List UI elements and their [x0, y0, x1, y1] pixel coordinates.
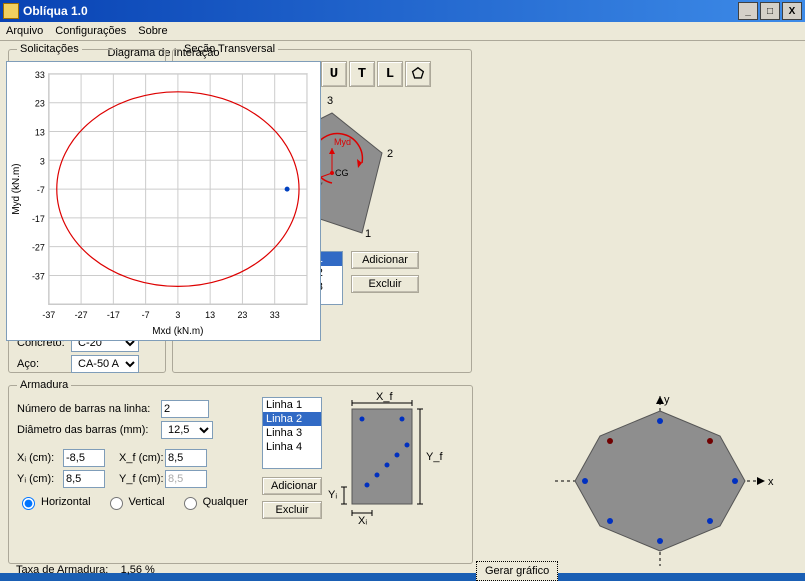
legend-secao: Seção Transversal	[181, 43, 278, 55]
label-xf: X_f (cm):	[119, 452, 161, 464]
select-diametro[interactable]: 12,5	[161, 421, 213, 439]
pt-cg: CG	[335, 168, 349, 178]
rebar-section-diagram: x y	[530, 391, 790, 571]
svg-text:23: 23	[237, 310, 247, 320]
app-icon	[3, 3, 19, 19]
input-yf	[165, 470, 207, 488]
label-diametro: Diâmetro das barras (mm):	[17, 424, 157, 436]
taxa-armadura: Taxa de Armadura: 1,56 %	[16, 564, 155, 576]
svg-text:3: 3	[40, 156, 45, 166]
svg-text:-27: -27	[32, 243, 45, 253]
groupbox-armadura: Armadura Número de barras na linha: Diâm…	[8, 379, 473, 564]
label-aco: Aço:	[17, 358, 67, 370]
list-item[interactable]: Linha 3	[263, 426, 321, 440]
list-item[interactable]: Linha 1	[263, 398, 321, 412]
radio-horizontal[interactable]: Horizontal	[17, 494, 91, 510]
list-item[interactable]: Linha 4	[263, 440, 321, 454]
svg-text:33: 33	[270, 310, 280, 320]
interaction-chart: -37 -27 -17 -7 3 13 23 33 33 23 13 3 -7 -17 -27…	[6, 61, 321, 341]
list-item[interactable]: Linha 2	[263, 412, 321, 426]
label-yi: Yᵢ (cm):	[17, 473, 59, 485]
button-excluir-ponto[interactable]: Excluir	[351, 275, 419, 293]
panel-diagrama: Diagrama de Interação	[6, 47, 321, 377]
label-xi: Xᵢ (cm):	[17, 452, 59, 464]
pt2: 2	[387, 148, 393, 160]
svg-text:-7: -7	[37, 185, 45, 195]
input-xi[interactable]	[63, 449, 105, 467]
lbl-yi: Yᵢ	[328, 489, 337, 501]
label-yf: Y_f (cm):	[119, 473, 161, 485]
lbl-xi: Xᵢ	[358, 515, 367, 527]
shape-custom[interactable]: ⬠	[405, 61, 431, 87]
ylabel: Myd (kN.m)	[11, 163, 22, 214]
legend-armadura: Armadura	[17, 379, 71, 391]
menu-arquivo[interactable]: Arquivo	[6, 25, 43, 37]
lbl-yf: Y_f	[426, 451, 443, 463]
legend-solicitacoes: Solicitações	[17, 43, 82, 55]
xlabel: Mxd (kN.m)	[152, 326, 203, 337]
input-yi[interactable]	[63, 470, 105, 488]
button-adicionar-linha[interactable]: Adicionar	[262, 477, 322, 495]
close-button[interactable]: X	[782, 2, 802, 20]
svg-text:13: 13	[35, 127, 45, 137]
button-excluir-linha[interactable]: Excluir	[262, 501, 322, 519]
armadura-preview: X_f Y_f Xᵢ Yᵢ	[332, 397, 442, 527]
pt-myd: Myd	[334, 137, 351, 147]
pt1: 1	[365, 228, 371, 240]
svg-text:-17: -17	[32, 214, 45, 224]
input-xf[interactable]	[165, 449, 207, 467]
lbl-xf: X_f	[376, 391, 393, 403]
svg-text:x: x	[768, 476, 774, 488]
shape-t[interactable]: T	[349, 61, 375, 87]
label-num-barras: Número de barras na linha:	[17, 403, 157, 415]
pt3: 3	[327, 95, 333, 107]
window-title: Oblíqua 1.0	[23, 4, 738, 18]
menubar: Arquivo Configurações Sobre	[0, 22, 805, 41]
shape-u[interactable]: U	[321, 61, 347, 87]
svg-text:23: 23	[35, 99, 45, 109]
radio-vertical[interactable]: Vertical	[105, 494, 165, 510]
input-num-barras[interactable]	[161, 400, 209, 418]
titlebar: Oblíqua 1.0 _ □ X	[0, 0, 805, 22]
svg-text:-27: -27	[75, 310, 88, 320]
minimize-button[interactable]: _	[738, 2, 758, 20]
menu-sobre[interactable]: Sobre	[138, 25, 167, 37]
svg-text:-7: -7	[142, 310, 150, 320]
svg-text:33: 33	[35, 70, 45, 80]
svg-text:-37: -37	[32, 271, 45, 281]
maximize-button[interactable]: □	[760, 2, 780, 20]
radio-qualquer[interactable]: Qualquer	[179, 494, 248, 510]
svg-text:13: 13	[205, 310, 215, 320]
svg-text:-17: -17	[107, 310, 120, 320]
listbox-linhas[interactable]: Linha 1 Linha 2 Linha 3 Linha 4	[262, 397, 322, 469]
taxa-label: Taxa de Armadura:	[16, 564, 108, 576]
svg-text:3: 3	[175, 310, 180, 320]
taxa-value: 1,56 %	[121, 564, 155, 576]
button-gerar-grafico[interactable]: Gerar gráfico	[476, 561, 558, 581]
svg-text:-37: -37	[42, 310, 55, 320]
svg-text:y: y	[664, 394, 670, 406]
select-aco[interactable]: CA-50 A	[71, 355, 139, 373]
shape-l[interactable]: L	[377, 61, 403, 87]
button-adicionar-ponto[interactable]: Adicionar	[351, 251, 419, 269]
menu-config[interactable]: Configurações	[55, 25, 126, 37]
